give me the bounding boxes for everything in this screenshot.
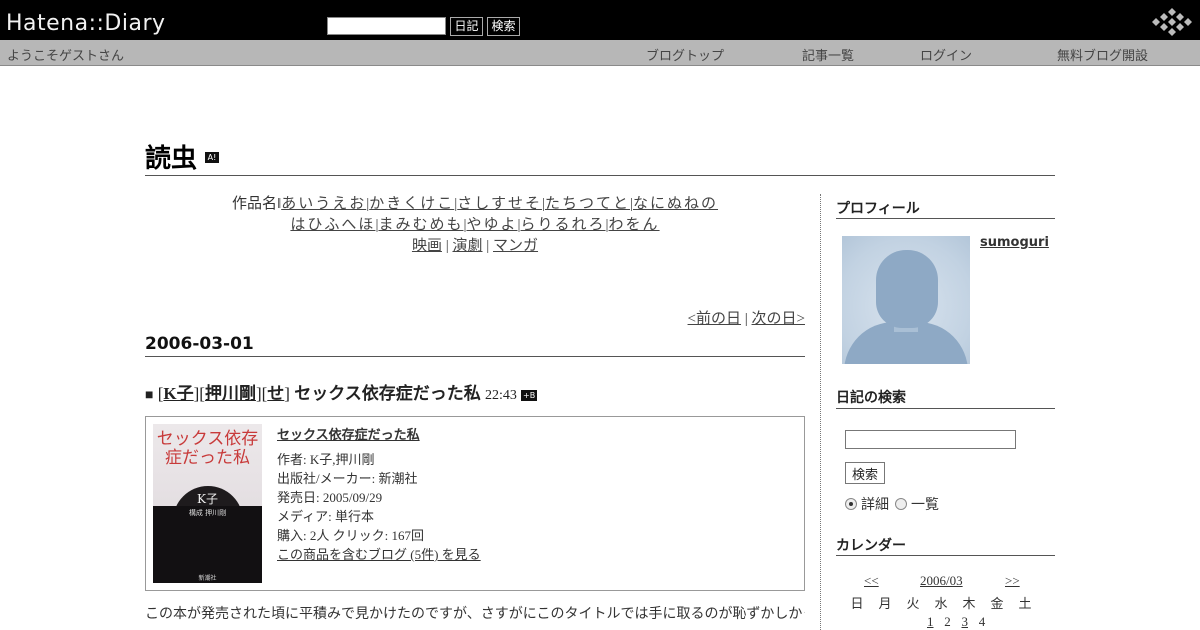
day-nav-separator: | <box>744 311 748 327</box>
diary-search-input[interactable] <box>845 430 1016 449</box>
entry-date[interactable]: 2006-03-01 <box>145 334 254 354</box>
nav-article-list[interactable]: 記事一覧 <box>802 45 854 64</box>
index-link-ha[interactable]: はひふへほ <box>290 217 375 233</box>
index-row-1: 作品名‖あいうえお|かきくけこ|さしすせそ|たちつてと|なにぬねの <box>145 194 805 215</box>
weekday-fri: 金 <box>990 597 1004 612</box>
diary-search-heading: 日記の検索 <box>836 390 906 406</box>
cover-author: K子 <box>197 492 218 506</box>
index-row-2: はひふへほ|まみむめも|やゆよ|らりるれろ|わをん <box>145 215 805 236</box>
welcome-text: ようこそゲストさん <box>7 49 125 64</box>
product-info: セックス依存症だった私 作者: K子,押川剛 出版社/メーカー: 新潮社 発売日… <box>277 425 797 564</box>
radio-detail-indicator[interactable] <box>845 498 857 510</box>
calendar-heading: カレンダー <box>836 538 906 554</box>
index-link-sa[interactable]: さしすせそ <box>457 196 542 212</box>
radio-detail[interactable]: 詳細 <box>845 494 889 514</box>
calendar-day-empty <box>871 614 899 630</box>
entry-title-line: ■ [K子][押川剛][せ] セックス依存症だった私 22:43 +B <box>145 384 538 403</box>
entry-time: 22:43 <box>484 388 517 403</box>
index-separator: | <box>486 238 490 254</box>
product-publisher: 出版社/メーカー: 新潮社 <box>277 471 418 486</box>
weekday-sat: 土 <box>1018 597 1032 612</box>
weekday-sun: 日 <box>850 597 864 612</box>
category-oshikawa[interactable]: 押川剛 <box>205 384 256 403</box>
profile-heading: プロフィール <box>836 201 920 217</box>
header-search-button[interactable]: 検索 <box>487 17 520 36</box>
column-divider <box>820 194 821 630</box>
product-blogs-link[interactable]: この商品を含むブログ (5件) を見る <box>277 545 797 564</box>
nav-blog-top[interactable]: ブログトップ <box>646 45 724 64</box>
calendar-divider <box>836 555 1055 556</box>
top-bar: Hatena::Diary 日記 検索 <box>0 0 1200 40</box>
weekday-thu: 木 <box>962 597 976 612</box>
weekday-tue: 火 <box>906 597 920 612</box>
product-author: 作者: K子,押川剛 <box>277 452 375 467</box>
hatena-diary-logo[interactable]: Hatena::Diary <box>6 11 166 36</box>
calendar-month-link[interactable]: 2006/03 <box>920 573 963 589</box>
index-row-3: 映画 | 演劇 | マンガ <box>145 236 805 257</box>
avatar[interactable] <box>842 236 970 364</box>
calendar-day-2: 2 <box>944 614 951 629</box>
index-link-na[interactable]: なにぬねの <box>633 196 718 212</box>
header-search-input[interactable] <box>327 17 446 35</box>
profile-username-link[interactable]: sumoguri <box>980 235 1049 250</box>
profile-divider <box>836 218 1055 219</box>
category-k-ko[interactable]: K子 <box>163 384 193 403</box>
blog-title[interactable]: 読虫 <box>145 138 197 175</box>
product-release-date: 発売日: 2005/09/29 <box>277 490 383 505</box>
book-cover-image[interactable]: セックス依存症だった私 K子 構成 押川剛 新潮社 <box>153 424 262 583</box>
product-media: メディア: 単行本 <box>277 509 374 524</box>
product-stats: 購入: 2人 クリック: 167回 <box>277 528 424 543</box>
search-divider <box>836 408 1055 409</box>
weekday-mon: 月 <box>878 597 892 612</box>
prev-day-link[interactable]: <前の日 <box>688 311 741 327</box>
diary-button[interactable]: 日記 <box>450 17 483 36</box>
entry-title: セックス依存症だった私 <box>294 384 481 403</box>
next-day-link[interactable]: 次の日> <box>752 311 805 327</box>
product-box: セックス依存症だった私 K子 構成 押川剛 新潮社 セックス依存症だった私 作者… <box>145 416 805 591</box>
category-se[interactable]: せ <box>267 384 284 403</box>
work-index: 作品名‖あいうえお|かきくけこ|さしすせそ|たちつてと|なにぬねの はひふへほ|… <box>145 194 805 257</box>
sub-bar: ようこそゲストさん ブログトップ 記事一覧 ログイン 無料ブログ開設 <box>0 40 1200 66</box>
index-separator: | <box>445 238 449 254</box>
index-link-theater[interactable]: 演劇 <box>452 238 482 254</box>
index-link-ya[interactable]: やゆよ <box>466 217 517 233</box>
entry-bullet[interactable]: ■ <box>145 388 153 403</box>
index-link-movie[interactable]: 映画 <box>412 238 442 254</box>
nav-login[interactable]: ログイン <box>920 45 972 64</box>
index-link-ma[interactable]: まみむめも <box>378 217 463 233</box>
calendar-prev-link[interactable]: << <box>864 573 879 589</box>
index-link-ra[interactable]: らりるれろ <box>521 217 606 233</box>
radio-list-indicator[interactable] <box>895 498 907 510</box>
calendar-week-1: 1 2 3 4 <box>843 614 1039 630</box>
antenna-icon[interactable]: A! <box>205 152 219 163</box>
nav-free-blog[interactable]: 無料ブログ開設 <box>1057 45 1148 64</box>
cover-title: セックス依存症だった私 <box>156 429 259 468</box>
index-link-a[interactable]: あいうえお <box>281 196 366 212</box>
cover-publisher: 新潮社 <box>198 575 217 582</box>
title-divider <box>145 175 1055 176</box>
date-divider <box>145 356 805 357</box>
radio-list[interactable]: 一覧 <box>895 494 939 514</box>
entry-body: この本が発売された頃に平積みで見かけたのですが、さすがにこのタイトルでは手に取る… <box>145 607 805 622</box>
cover-subtitle: 構成 押川剛 <box>188 509 227 517</box>
index-link-ka[interactable]: かきくけこ <box>369 196 454 212</box>
index-link-ta[interactable]: たちつてと <box>545 196 630 212</box>
diary-search-button[interactable]: 検索 <box>845 462 885 484</box>
product-name-link[interactable]: セックス依存症だった私 <box>277 425 797 444</box>
radio-list-label: 一覧 <box>911 497 939 513</box>
calendar-next-link[interactable]: >> <box>1005 573 1020 589</box>
index-prefix: 作品名‖ <box>231 196 282 212</box>
day-navigation: <前の日 | 次の日> <box>560 307 805 328</box>
hatena-bookmark-icon[interactable]: +B <box>521 390 538 401</box>
index-link-wa[interactable]: わをん <box>609 217 660 233</box>
hatena-grid-icon[interactable] <box>1150 8 1194 36</box>
calendar-day-empty <box>843 614 871 630</box>
index-link-manga[interactable]: マンガ <box>493 238 538 254</box>
avatar-head <box>876 250 938 328</box>
calendar-day-4: 4 <box>978 614 986 629</box>
calendar-weekdays: 日 月 火 水 木 金 土 <box>843 593 1039 612</box>
weekday-wed: 水 <box>934 597 948 612</box>
radio-detail-label: 詳細 <box>861 497 889 513</box>
calendar-day-empty <box>899 614 927 630</box>
